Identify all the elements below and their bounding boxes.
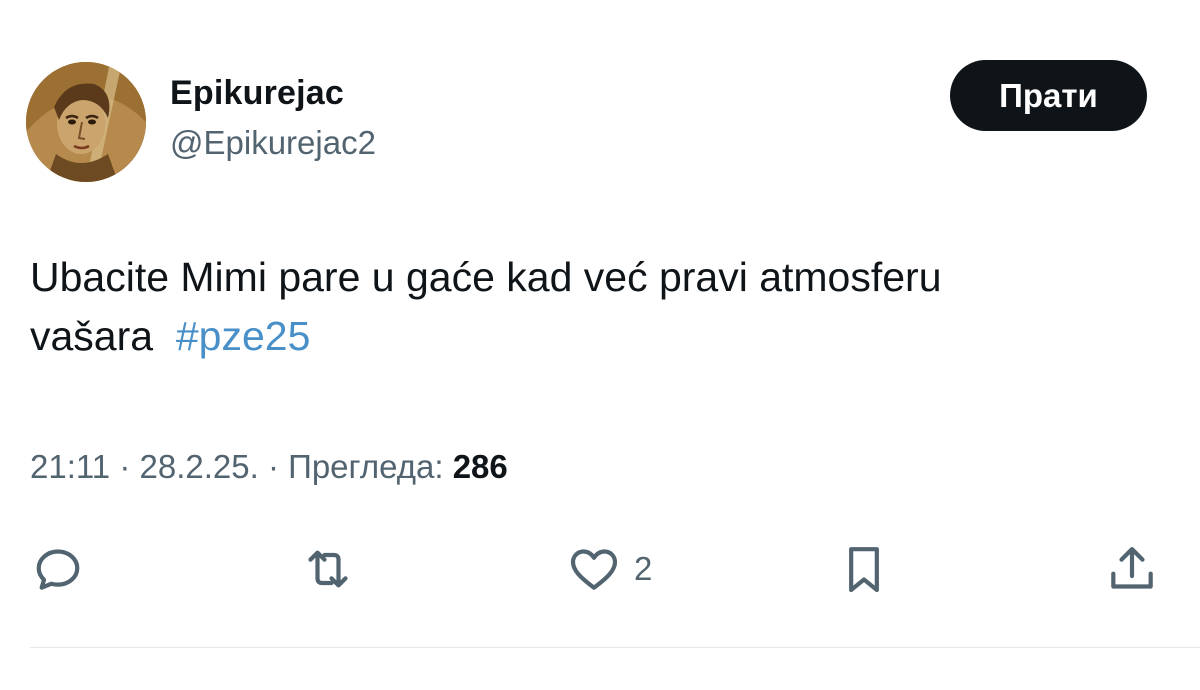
separator-dot: · bbox=[119, 448, 140, 485]
tweet-time[interactable]: 21:11 bbox=[30, 448, 110, 485]
action-bar: 2 bbox=[0, 535, 1200, 605]
retweet-button[interactable] bbox=[300, 541, 356, 597]
views-count: 286 bbox=[452, 448, 508, 485]
share-icon bbox=[1111, 547, 1153, 589]
tweet-meta: 21:11 · 28.2.25. · Прегледа: 286 bbox=[30, 448, 508, 486]
like-button[interactable]: 2 bbox=[566, 541, 652, 597]
reply-button[interactable] bbox=[30, 541, 86, 597]
retweet-icon bbox=[308, 550, 348, 588]
avatar[interactable] bbox=[26, 62, 146, 182]
separator-dot: · bbox=[267, 448, 289, 485]
display-name[interactable]: Epikurejac bbox=[170, 74, 344, 113]
bookmark-icon bbox=[849, 547, 879, 593]
bookmark-button[interactable] bbox=[836, 541, 892, 597]
views-label: Прегледа: bbox=[288, 448, 444, 485]
avatar-image bbox=[26, 62, 146, 182]
hashtag-link[interactable]: #pze25 bbox=[176, 313, 311, 359]
tweet-text: Ubacite Mimi pare u gaće kad već pravi a… bbox=[30, 248, 1160, 366]
follow-button[interactable]: Прати bbox=[950, 60, 1147, 131]
heart-icon bbox=[570, 549, 618, 590]
user-handle[interactable]: @Epikurejac2 bbox=[170, 124, 376, 162]
tweet-text-line: vašara #pze25 bbox=[30, 307, 1160, 366]
like-count: 2 bbox=[634, 550, 653, 587]
tweet-text-line: Ubacite Mimi pare u gaće kad već pravi a… bbox=[30, 254, 942, 300]
tweet-card: Epikurejac @Epikurejac2 Прати Ubacite Mi… bbox=[0, 0, 1200, 690]
reply-icon bbox=[36, 549, 80, 590]
divider bbox=[30, 647, 1200, 648]
tweet-text-fragment: vašara bbox=[30, 313, 154, 359]
share-button[interactable] bbox=[1104, 541, 1160, 597]
tweet-date[interactable]: 28.2.25. bbox=[139, 448, 258, 485]
